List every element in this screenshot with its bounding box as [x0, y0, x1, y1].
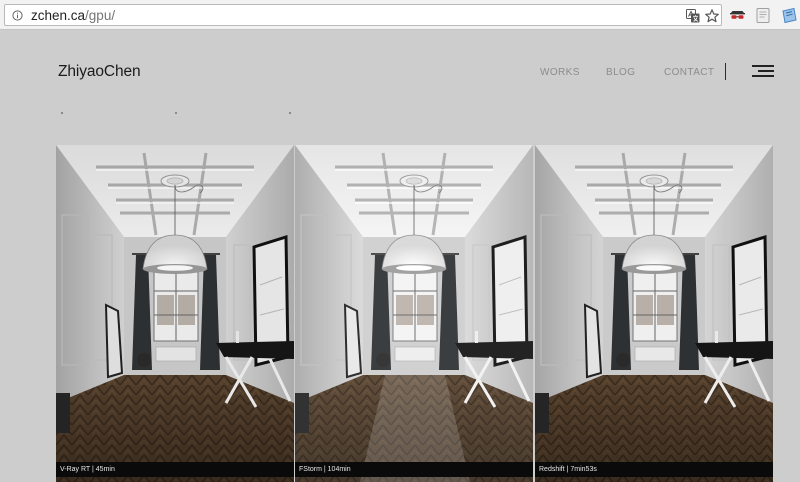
url-path: /gpu/: [85, 8, 116, 23]
nav-contact[interactable]: CONTACT: [664, 67, 714, 78]
url-text[interactable]: zchen.ca/gpu/: [31, 8, 115, 23]
render-image: [56, 145, 294, 482]
render-panel-redshift[interactable]: Redshift | 7min53s: [535, 145, 773, 482]
browser-toolbar: zchen.ca/gpu/: [0, 0, 800, 30]
url-host: zchen.ca: [31, 8, 86, 23]
page-extension-icon[interactable]: [755, 7, 772, 24]
render-image: [295, 145, 533, 482]
bookmark-star-icon[interactable]: [704, 8, 720, 24]
nav-blog[interactable]: BLOG: [606, 67, 635, 78]
address-bar[interactable]: zchen.ca/gpu/: [4, 4, 722, 26]
separator-dot: [61, 112, 63, 114]
nav-divider: [725, 63, 726, 80]
site-logo[interactable]: ZhiyaoChen: [58, 63, 141, 81]
page-content: ZhiyaoChen WORKS BLOG CONTACT V-Ray RT |…: [0, 31, 800, 482]
translate-icon[interactable]: [685, 8, 701, 24]
render-panel-fstorm[interactable]: FStorm | 104min: [295, 145, 533, 482]
nav-works[interactable]: WORKS: [540, 67, 580, 78]
render-caption: V-Ray RT | 45min: [56, 462, 294, 477]
blue-extension-icon[interactable]: [781, 7, 798, 24]
separator-dot: [289, 112, 291, 114]
render-image: [535, 145, 773, 482]
info-icon[interactable]: [12, 10, 23, 21]
hamburger-icon[interactable]: [752, 65, 774, 79]
render-caption: FStorm | 104min: [295, 462, 533, 477]
separator-dot: [175, 112, 177, 114]
render-panel-vray[interactable]: V-Ray RT | 45min: [56, 145, 294, 482]
incognito-extension-icon[interactable]: [729, 7, 746, 24]
render-caption: Redshift | 7min53s: [535, 462, 773, 477]
render-comparison: V-Ray RT | 45min FStorm | 104min Redshif…: [56, 145, 773, 482]
